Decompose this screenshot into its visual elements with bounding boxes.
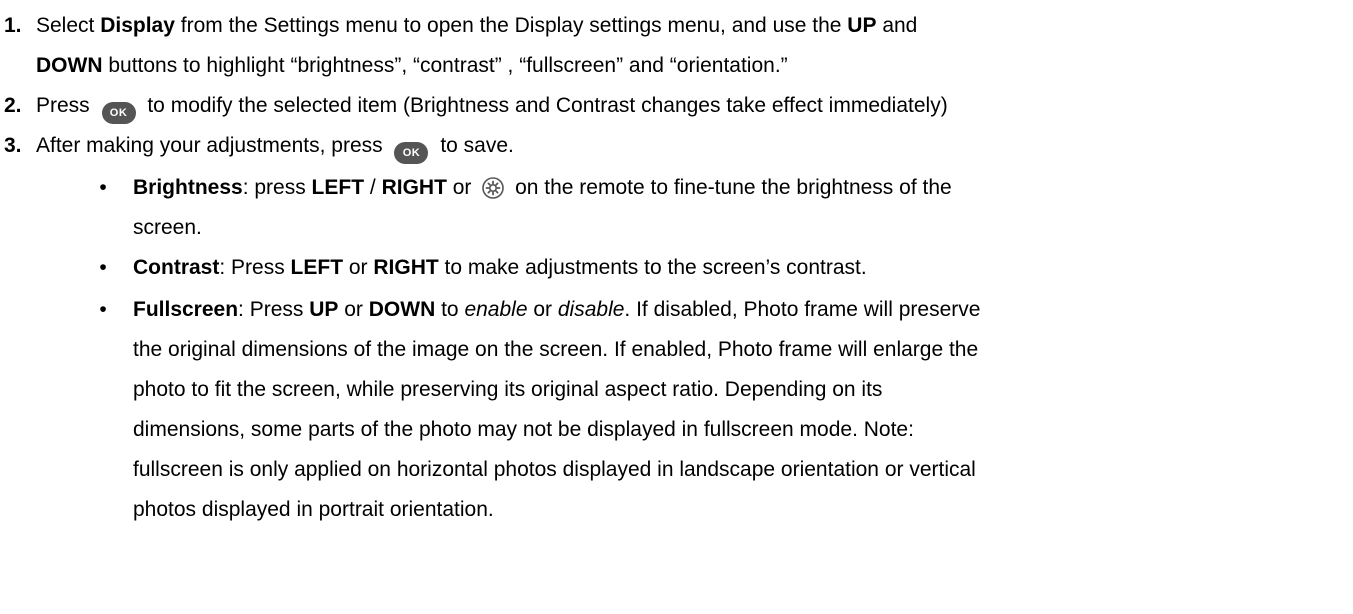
bullet-point: •: [99, 298, 107, 321]
bullet-text: to: [435, 298, 465, 321]
bold-term: LEFT: [290, 256, 344, 279]
bullet-point: •: [99, 256, 107, 279]
bold-term: LEFT: [311, 176, 365, 199]
step-1: 1. Select Display from the Settings menu …: [4, 6, 1324, 46]
step-number: 3.: [4, 134, 22, 157]
step-2: 2. Press OK to modify the selected item (…: [4, 86, 1324, 126]
bullet-label: Brightness: [133, 176, 243, 199]
step-3: 3. After making your adjustments, press O…: [4, 126, 1324, 166]
step-text: Press: [36, 94, 96, 117]
step-text: Select: [36, 14, 101, 37]
bullet-text: or: [338, 298, 369, 321]
bullet-text: or: [527, 298, 558, 321]
bullet-label: Contrast: [133, 256, 220, 279]
bullet-brightness: • Brightness: press LEFT / RIGHT or on t…: [99, 168, 1323, 248]
bullet-text: to make adjustments to the screen’s cont…: [438, 256, 867, 279]
bullet-text: : Press: [219, 256, 291, 279]
bullet-text: fullscreen is only applied on horizontal…: [133, 458, 976, 481]
bullet-point: •: [99, 176, 107, 199]
step-number: 1.: [4, 14, 22, 37]
bold-term: DOWN: [368, 298, 436, 321]
italic-term: disable: [557, 298, 625, 321]
bullet-text: photo to fit the screen, while preservin…: [133, 378, 883, 401]
bullet-text: on the remote to fine-tune the brightnes…: [509, 176, 952, 199]
brightness-gear-icon: [482, 173, 505, 199]
instructions-document: 1. Select Display from the Settings menu …: [0, 0, 1353, 614]
step-text: After making your adjustments, press: [36, 134, 389, 157]
bold-term: RIGHT: [381, 176, 447, 199]
bullet-text: the original dimensions of the image on …: [133, 338, 979, 361]
bullet-text: : press: [242, 176, 312, 199]
bold-term: UP: [847, 14, 877, 37]
bold-term: UP: [309, 298, 339, 321]
step-number: 2.: [4, 94, 22, 117]
step-text: buttons to highlight “brightness”, “cont…: [102, 54, 788, 77]
bullet-text: : Press: [238, 298, 310, 321]
bullet-text: dimensions, some parts of the photo may …: [133, 418, 914, 441]
bullet-text: or: [343, 256, 374, 279]
bullet-text: screen.: [133, 216, 202, 239]
bullet-contrast: • Contrast: Press LEFT or RIGHT to make …: [99, 248, 1323, 288]
bullet-text: photos displayed in portrait orientation…: [133, 498, 494, 521]
ok-button-icon: OK: [101, 102, 136, 124]
step-text: to save.: [434, 134, 514, 157]
bullet-fullscreen: • Fullscreen: Press UP or DOWN to enable…: [99, 290, 1323, 530]
bullet-label: Fullscreen: [133, 298, 239, 321]
step-text: to modify the selected item (Brightness …: [141, 94, 948, 117]
step-text: and: [876, 14, 918, 37]
italic-term: enable: [464, 298, 528, 321]
bold-term: Display: [100, 14, 175, 37]
bold-term: DOWN: [36, 54, 103, 77]
step-1-continued: DOWN buttons to highlight “brightness”, …: [36, 46, 788, 86]
bullet-text: /: [364, 176, 382, 199]
bullet-text: . If disabled, Photo frame will preserve: [624, 298, 981, 321]
bold-term: RIGHT: [373, 256, 439, 279]
ok-button-icon: OK: [394, 142, 429, 164]
bullet-text: or: [446, 176, 478, 199]
step-text: from the Settings menu to open the Displ…: [174, 14, 848, 37]
